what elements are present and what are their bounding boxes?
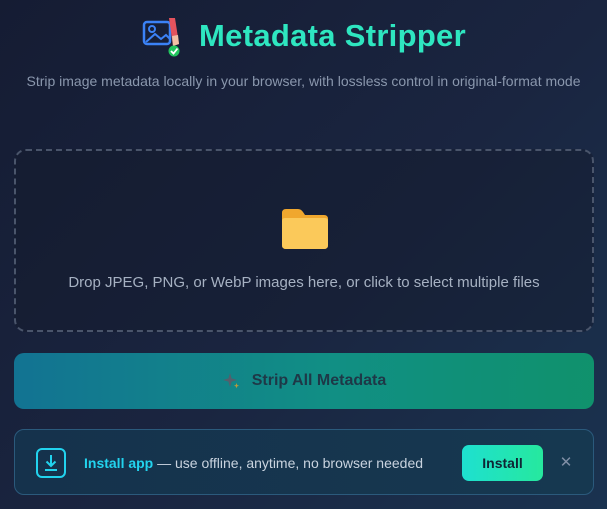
install-button[interactable]: Install <box>462 445 543 481</box>
strip-button-label: Strip All Metadata <box>251 372 387 389</box>
image-eraser-check-icon <box>141 14 185 58</box>
close-banner-button[interactable]: ✕ <box>557 452 575 472</box>
install-banner-title: Install app <box>84 455 154 471</box>
app-header: Metadata Stripper <box>0 14 607 58</box>
install-app-banner: Install app — use offline, anytime, no b… <box>14 429 594 495</box>
dropzone-instructions: Drop JPEG, PNG, or WebP images here, or … <box>68 274 540 291</box>
file-dropzone[interactable]: Drop JPEG, PNG, or WebP images here, or … <box>14 149 594 332</box>
folder-icon <box>280 205 330 251</box>
download-icon <box>36 448 66 478</box>
page-title: Metadata Stripper <box>199 18 466 53</box>
install-banner-description: — use offline, anytime, no browser neede… <box>153 455 424 471</box>
strip-all-metadata-button[interactable]: Strip All Metadata <box>14 353 594 409</box>
sparkles-icon <box>222 372 240 390</box>
page-subtitle: Strip image metadata locally in your bro… <box>26 73 581 89</box>
install-banner-text: Install app — use offline, anytime, no b… <box>84 455 423 471</box>
